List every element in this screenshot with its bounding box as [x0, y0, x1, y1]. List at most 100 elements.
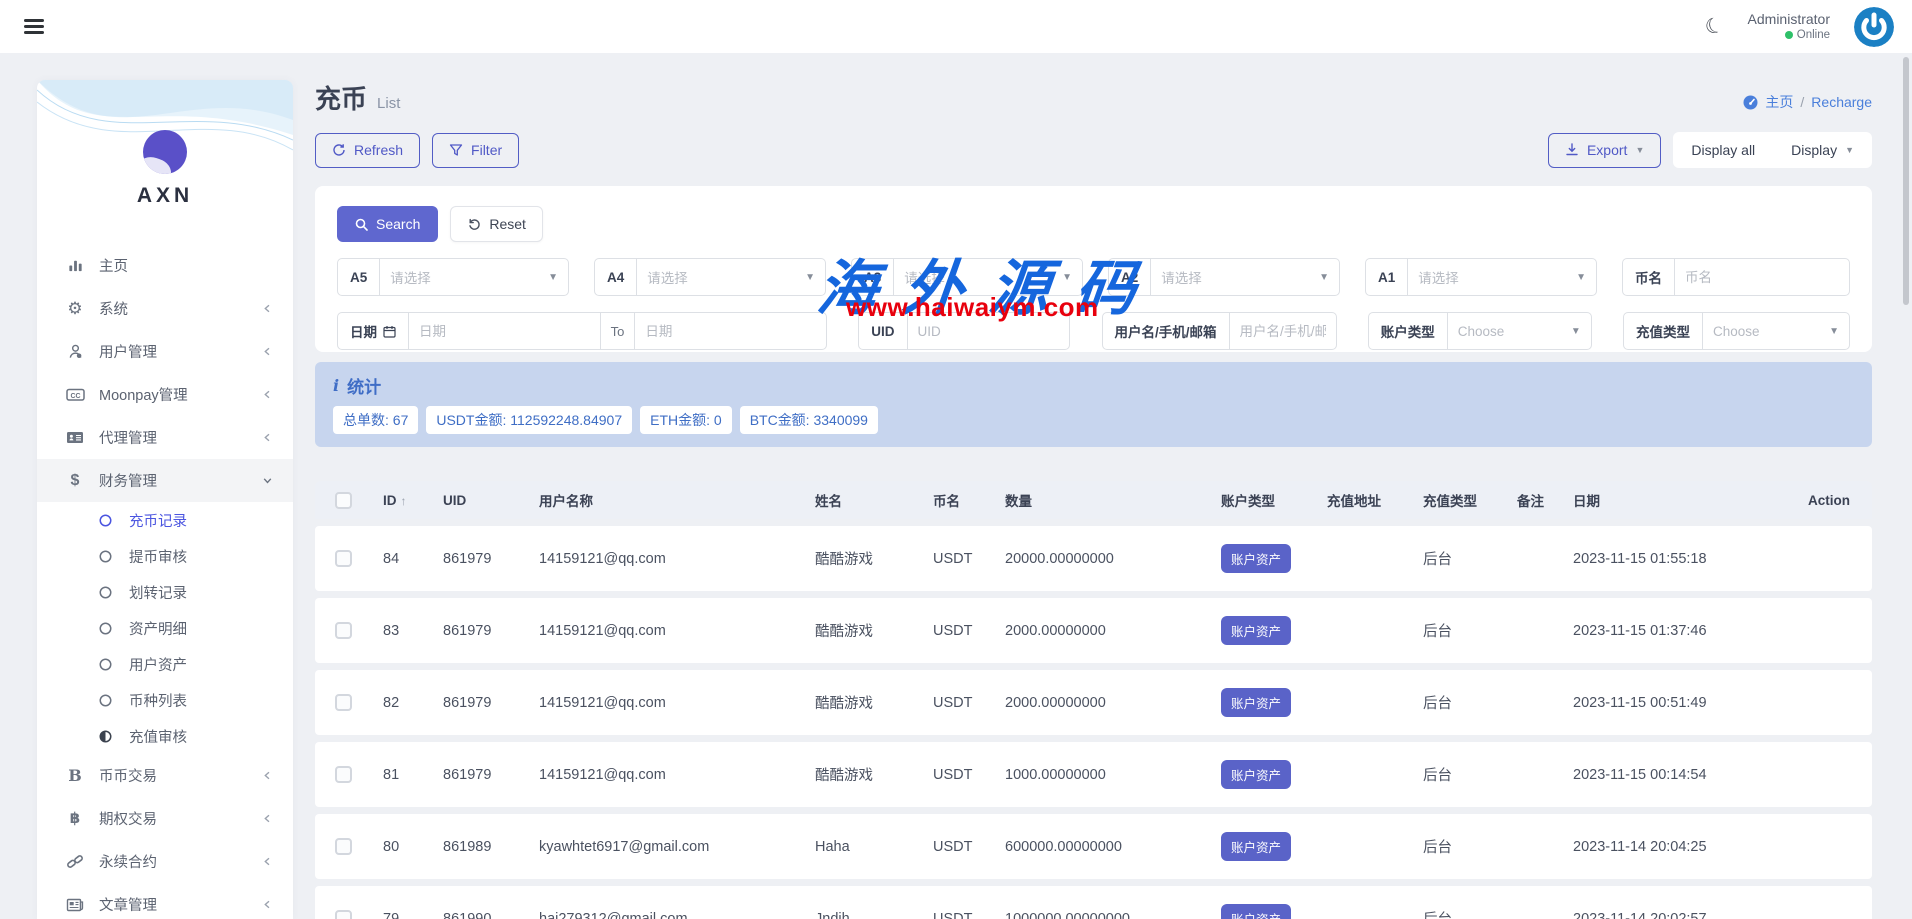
uid-group: UID — [858, 312, 1070, 350]
cell-coin: USDT — [921, 911, 993, 919]
user-search-input[interactable] — [1240, 324, 1326, 339]
account-type-select[interactable]: 账户类型 Choose ▼ — [1368, 312, 1592, 350]
cell-recharge-type: 后台 — [1411, 620, 1505, 641]
cell-id: 84 — [371, 551, 431, 567]
sidebar-item-withdraw-review[interactable]: 提币审核 — [37, 538, 293, 574]
stat-total-orders: 总单数: 67 — [333, 406, 418, 434]
cell-recharge-type: 后台 — [1411, 692, 1505, 713]
reset-button[interactable]: Reset — [450, 206, 543, 242]
row-checkbox[interactable] — [335, 910, 352, 919]
sidebar-item-recharge-records[interactable]: 充币记录 — [37, 502, 293, 538]
cell-coin: USDT — [921, 767, 993, 783]
breadcrumb-home[interactable]: 主页 — [1765, 92, 1793, 112]
filter-button[interactable]: Filter — [432, 133, 519, 168]
account-type-badge: 账户资产 — [1221, 616, 1291, 645]
display-button[interactable]: Display▼ — [1773, 142, 1872, 158]
sidebar-header: AXN — [37, 80, 293, 240]
row-checkbox[interactable] — [335, 622, 352, 639]
sidebar-item-user-assets[interactable]: 用户资产 — [37, 646, 293, 682]
cell-date: 2023-11-14 20:04:25 — [1561, 839, 1789, 855]
circlehalf-icon — [95, 729, 115, 744]
cell-uid: 861979 — [431, 767, 527, 783]
row-checkbox[interactable] — [335, 694, 352, 711]
chevron-left-icon — [262, 303, 273, 314]
table-row: 80 861989 kyawhtet6917@gmail.com Haha US… — [315, 814, 1872, 879]
sidebar-item-option-trading[interactable]: ฿期权交易 — [37, 797, 293, 840]
circle-icon — [95, 693, 115, 708]
col-username[interactable]: 用户名称 — [527, 490, 803, 510]
table-row: 84 861979 14159121@qq.com 酷酷游戏 USDT 2000… — [315, 526, 1872, 591]
sidebar-item-home[interactable]: 主页 — [37, 244, 293, 287]
cell-recharge-type: 后台 — [1411, 548, 1505, 569]
cell-uid: 861979 — [431, 623, 527, 639]
export-button[interactable]: Export ▼ — [1548, 133, 1661, 168]
search-button[interactable]: Search — [337, 206, 438, 242]
row-checkbox[interactable] — [335, 550, 352, 567]
scrollbar[interactable] — [1903, 57, 1909, 305]
sidebar-item-recharge-review[interactable]: 充值审核 — [37, 718, 293, 754]
filter-select-a3[interactable]: A3 请选择 ▼ — [851, 258, 1083, 296]
sidebar-item-user-management[interactable]: 用户管理 — [37, 330, 293, 373]
col-remark[interactable]: 备注 — [1505, 490, 1561, 510]
col-account-type[interactable]: 账户类型 — [1209, 490, 1315, 510]
sidebar-item-system[interactable]: ⚙系统 — [37, 287, 293, 330]
account-type-badge: 账户资产 — [1221, 544, 1291, 573]
sidebar-item-article-management[interactable]: 文章管理 — [37, 883, 293, 919]
user-block[interactable]: Administrator Online — [1748, 11, 1830, 43]
display-all-button[interactable]: Display all — [1673, 142, 1773, 158]
breadcrumb-current[interactable]: Recharge — [1811, 94, 1872, 110]
refresh-button[interactable]: Refresh — [315, 133, 420, 168]
col-recharge-address[interactable]: 充值地址 — [1315, 490, 1411, 510]
sidebar-item-agent-management[interactable]: 代理管理 — [37, 416, 293, 459]
filter-select-a1[interactable]: A1 请选择 ▼ — [1365, 258, 1597, 296]
stat-eth-amount: ETH金额: 0 — [640, 406, 732, 434]
col-coin[interactable]: 币名 — [921, 490, 993, 510]
uid-input[interactable] — [918, 324, 1060, 339]
sidebar-item-asset-details[interactable]: 资产明细 — [37, 610, 293, 646]
select-all-checkbox[interactable] — [335, 492, 352, 509]
recharge-type-select[interactable]: 充值类型 Choose ▼ — [1623, 312, 1850, 350]
col-date[interactable]: 日期 — [1561, 490, 1789, 510]
cell-account-type: 账户资产 — [1209, 760, 1315, 789]
row-checkbox[interactable] — [335, 838, 352, 855]
col-amount[interactable]: 数量 — [993, 490, 1209, 510]
power-logo-icon — [1854, 7, 1894, 47]
circle-icon — [95, 549, 115, 564]
cell-amount: 2000.00000000 — [993, 695, 1209, 711]
filter-select-a5[interactable]: A5 请选择 ▼ — [337, 258, 569, 296]
sidebar-item-coin-list[interactable]: 币种列表 — [37, 682, 293, 718]
table-row: 83 861979 14159121@qq.com 酷酷游戏 USDT 2000… — [315, 598, 1872, 663]
cell-amount: 1000000.00000000 — [993, 911, 1209, 919]
sort-asc-icon: ↑ — [401, 494, 407, 508]
row-checkbox[interactable] — [335, 766, 352, 783]
cell-username: 14159121@qq.com — [527, 767, 803, 783]
col-id[interactable]: ID↑ — [371, 493, 431, 508]
link-icon — [65, 853, 85, 870]
user-avatar[interactable] — [1854, 7, 1894, 47]
sidebar-item-spot-trading[interactable]: B币币交易 — [37, 754, 293, 797]
table-row: 81 861979 14159121@qq.com 酷酷游戏 USDT 1000… — [315, 742, 1872, 807]
undo-icon — [467, 217, 481, 231]
bserif-icon: B — [65, 768, 85, 784]
menu-toggle-icon[interactable] — [24, 16, 44, 38]
filter-select-a2[interactable]: A2 请选择 ▼ — [1108, 258, 1340, 296]
sidebar-item-moonpay[interactable]: CCMoonpay管理 — [37, 373, 293, 416]
table-body: 84 861979 14159121@qq.com 酷酷游戏 USDT 2000… — [315, 526, 1872, 919]
col-recharge-type[interactable]: 充值类型 — [1411, 490, 1505, 510]
date-to-input[interactable] — [645, 324, 816, 339]
cell-uid: 861989 — [431, 839, 527, 855]
date-from-input[interactable] — [419, 324, 590, 339]
filter-select-a4[interactable]: A4 请选择 ▼ — [594, 258, 826, 296]
sidebar-item-finance[interactable]: $财务管理 — [37, 459, 293, 502]
coin-name-input[interactable] — [1685, 270, 1839, 285]
cell-amount: 2000.00000000 — [993, 623, 1209, 639]
select-caret-icon: ▼ — [1829, 313, 1849, 349]
col-name[interactable]: 姓名 — [803, 490, 921, 510]
cell-account-type: 账户资产 — [1209, 904, 1315, 919]
col-uid[interactable]: UID — [431, 493, 527, 508]
cell-id: 80 — [371, 839, 431, 855]
sidebar-item-transfer-records[interactable]: 划转记录 — [37, 574, 293, 610]
cell-date: 2023-11-15 00:51:49 — [1561, 695, 1789, 711]
dark-mode-icon[interactable]: ☾ — [1701, 12, 1727, 42]
sidebar-item-perpetual[interactable]: 永续合约 — [37, 840, 293, 883]
